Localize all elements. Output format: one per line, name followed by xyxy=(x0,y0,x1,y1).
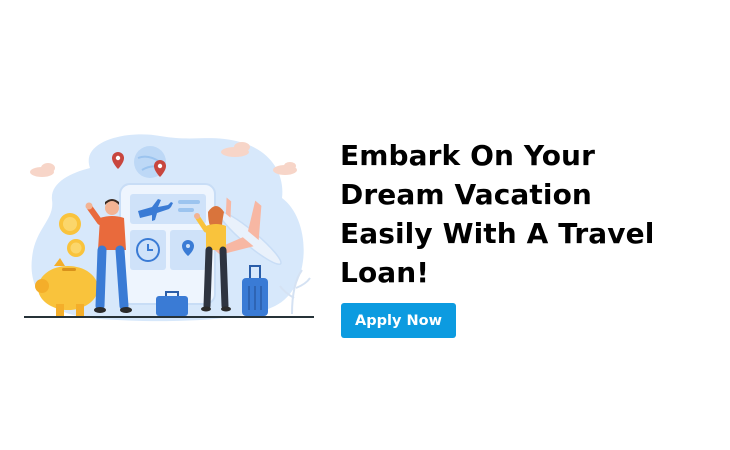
headline-line-2: Dream Vacation xyxy=(340,178,592,211)
travel-illustration xyxy=(24,134,314,322)
apply-now-button[interactable]: Apply Now xyxy=(341,303,456,338)
travel-loan-banner: Embark On Your Dream Vacation Easily Wit… xyxy=(0,0,730,450)
headline-line-3: Easily With A Travel xyxy=(340,217,655,250)
headline: Embark On Your Dream Vacation Easily Wit… xyxy=(340,136,720,292)
headline-line-1: Embark On Your xyxy=(340,139,595,172)
headline-block: Embark On Your Dream Vacation Easily Wit… xyxy=(340,136,720,292)
ground-line xyxy=(24,316,314,318)
headline-line-4: Loan! xyxy=(340,256,430,289)
